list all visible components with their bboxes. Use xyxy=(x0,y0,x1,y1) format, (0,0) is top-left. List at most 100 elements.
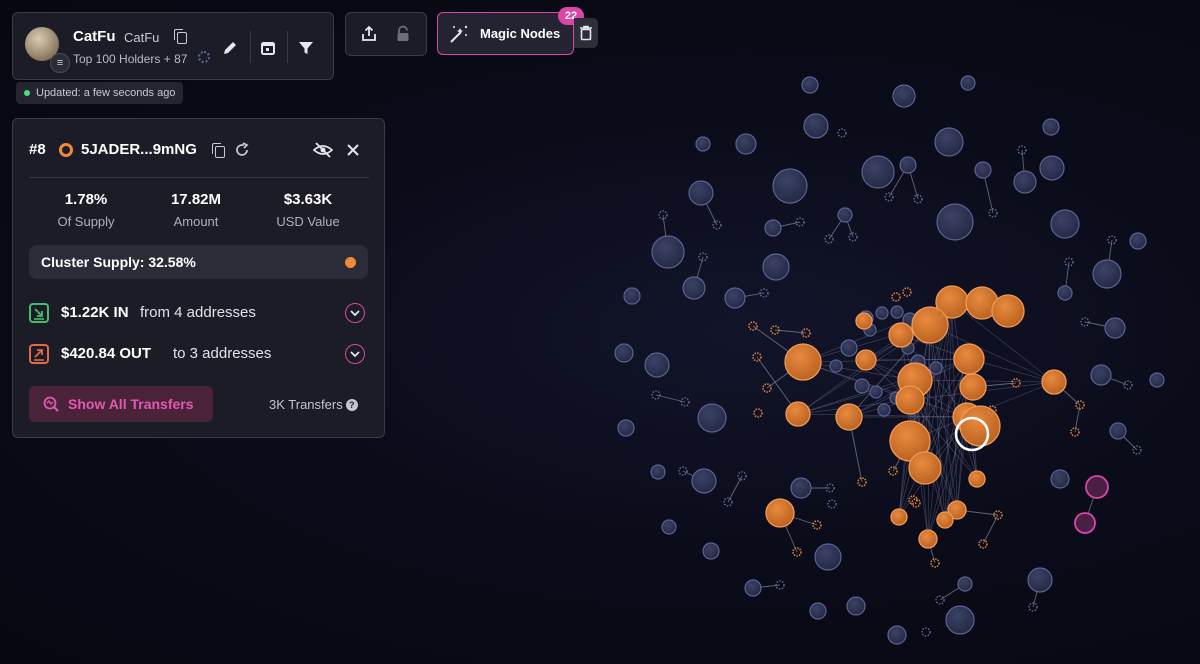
refresh-icon[interactable] xyxy=(234,142,250,158)
edit-button[interactable] xyxy=(217,35,243,61)
holder-node[interactable] xyxy=(840,339,858,357)
holder-node[interactable] xyxy=(890,305,904,319)
holder-node[interactable] xyxy=(827,499,837,509)
copy-icon[interactable] xyxy=(212,143,225,158)
cluster-holder-node[interactable] xyxy=(835,403,863,431)
holder-node[interactable] xyxy=(957,576,973,592)
holder-node[interactable] xyxy=(688,180,714,206)
holder-node[interactable] xyxy=(861,155,895,189)
expand-outflow-chevron-icon[interactable] xyxy=(345,344,365,364)
holder-node[interactable] xyxy=(1039,155,1065,181)
cluster-holder-node[interactable] xyxy=(968,470,986,488)
holder-node[interactable] xyxy=(809,602,827,620)
holder-node[interactable] xyxy=(934,127,964,157)
clear-magic-nodes-button[interactable] xyxy=(574,18,598,48)
holder-node[interactable] xyxy=(1104,317,1126,339)
holder-node[interactable] xyxy=(1013,170,1037,194)
holder-node[interactable] xyxy=(854,378,870,394)
holder-node[interactable] xyxy=(1057,285,1073,301)
holder-node[interactable] xyxy=(695,136,711,152)
holder-node[interactable] xyxy=(651,235,685,269)
cluster-holder-node[interactable] xyxy=(959,405,1001,447)
holder-node[interactable] xyxy=(790,477,812,499)
cluster-holder-node[interactable] xyxy=(895,385,925,415)
holder-node[interactable] xyxy=(644,352,670,378)
holder-node[interactable] xyxy=(875,306,889,320)
holder-node[interactable] xyxy=(814,543,842,571)
cluster-holder-node[interactable] xyxy=(959,373,987,401)
cluster-holder-node[interactable] xyxy=(918,529,938,549)
cluster-holder-node[interactable] xyxy=(902,287,912,297)
holder-node[interactable] xyxy=(960,75,976,91)
cluster-holder-node[interactable] xyxy=(785,401,811,427)
close-icon[interactable] xyxy=(346,143,360,157)
holder-address[interactable]: 5JADER...9mNG xyxy=(81,141,197,158)
holder-node[interactable] xyxy=(661,519,677,535)
holder-node[interactable] xyxy=(929,361,943,375)
holder-node[interactable] xyxy=(1050,469,1070,489)
holder-node[interactable] xyxy=(744,579,762,597)
magic-node[interactable] xyxy=(1085,475,1109,499)
holder-node[interactable] xyxy=(892,84,916,108)
cluster-holder-node[interactable] xyxy=(953,343,985,375)
cluster-holder-node[interactable] xyxy=(753,408,763,418)
holder-node[interactable] xyxy=(682,276,706,300)
hide-eye-icon[interactable] xyxy=(313,142,333,158)
holder-node[interactable] xyxy=(869,385,883,399)
holder-node[interactable] xyxy=(936,203,974,241)
cluster-supply-row[interactable]: Cluster Supply: 32.58% xyxy=(29,245,368,279)
share-button[interactable] xyxy=(356,21,382,47)
holder-node[interactable] xyxy=(921,627,931,637)
cluster-holder-node[interactable] xyxy=(908,451,942,485)
holder-node[interactable] xyxy=(1027,567,1053,593)
holder-node[interactable] xyxy=(650,464,666,480)
holder-node[interactable] xyxy=(801,76,819,94)
cluster-holder-node[interactable] xyxy=(855,312,873,330)
cluster-holder-node[interactable] xyxy=(891,292,901,302)
show-all-transfers-button[interactable]: Show All Transfers xyxy=(29,386,213,422)
cluster-holder-node[interactable] xyxy=(765,498,795,528)
holder-node[interactable] xyxy=(762,253,790,281)
holder-node[interactable] xyxy=(1149,372,1165,388)
cluster-holder-node[interactable] xyxy=(890,508,908,526)
holder-node[interactable] xyxy=(691,468,717,494)
holder-node[interactable] xyxy=(764,219,782,237)
holder-node[interactable] xyxy=(1042,118,1060,136)
cluster-holder-node[interactable] xyxy=(936,511,954,529)
holder-node[interactable] xyxy=(1109,422,1127,440)
holder-node[interactable] xyxy=(887,625,907,645)
holder-node[interactable] xyxy=(1129,232,1147,250)
help-icon[interactable]: ? xyxy=(345,399,358,411)
expand-inflow-chevron-icon[interactable] xyxy=(345,303,365,323)
holder-node[interactable] xyxy=(1050,209,1080,239)
copy-icon[interactable] xyxy=(174,29,187,44)
holder-node[interactable] xyxy=(623,287,641,305)
holder-node[interactable] xyxy=(697,403,727,433)
holder-node[interactable] xyxy=(735,133,757,155)
holder-node[interactable] xyxy=(974,161,992,179)
holder-node[interactable] xyxy=(1092,259,1122,289)
holder-node[interactable] xyxy=(614,343,634,363)
holder-node[interactable] xyxy=(877,403,891,417)
cluster-holder-node[interactable] xyxy=(1041,369,1067,395)
magic-nodes-button[interactable]: Magic Nodes xyxy=(437,12,574,55)
magic-node[interactable] xyxy=(1074,512,1096,534)
holder-node[interactable] xyxy=(772,168,808,204)
holder-node[interactable] xyxy=(1090,364,1112,386)
cluster-holder-node[interactable] xyxy=(855,349,877,371)
filter-button[interactable] xyxy=(293,35,319,61)
calendar-button[interactable] xyxy=(255,35,281,61)
holder-node[interactable] xyxy=(829,359,843,373)
holder-node[interactable] xyxy=(846,596,866,616)
cluster-holder-node[interactable] xyxy=(784,343,822,381)
holder-node[interactable] xyxy=(899,156,917,174)
holder-node[interactable] xyxy=(724,287,746,309)
holder-node[interactable] xyxy=(945,605,975,635)
holder-node[interactable] xyxy=(617,419,635,437)
holder-node[interactable] xyxy=(837,128,847,138)
cluster-holder-node[interactable] xyxy=(888,322,914,348)
holder-node[interactable] xyxy=(702,542,720,560)
holder-node[interactable] xyxy=(803,113,829,139)
holder-node[interactable] xyxy=(837,207,853,223)
cluster-holder-node[interactable] xyxy=(991,294,1025,328)
